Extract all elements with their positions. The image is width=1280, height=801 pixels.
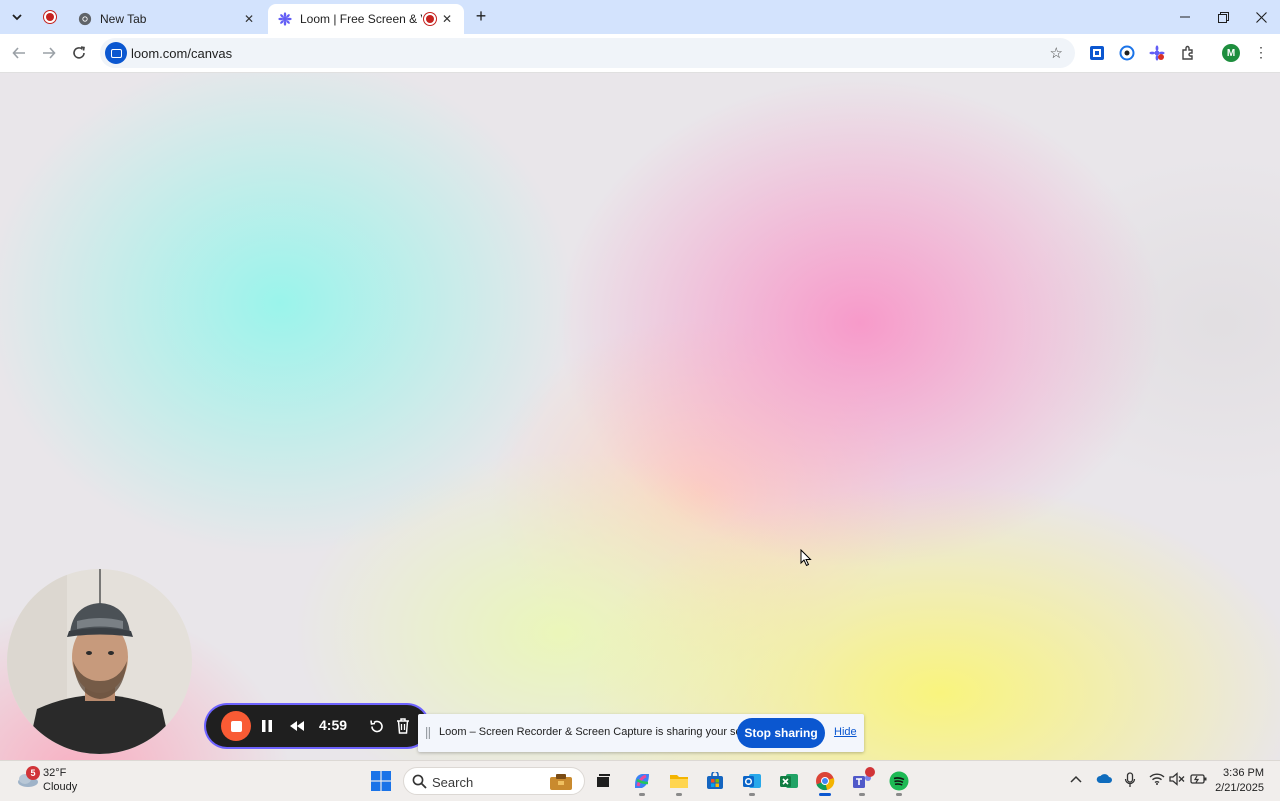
url-text: loom.com/canvas bbox=[131, 46, 233, 61]
extensions-puzzle-icon[interactable] bbox=[1179, 44, 1197, 62]
running-indicator bbox=[676, 793, 682, 796]
extension-dark-icon[interactable] bbox=[1088, 44, 1106, 62]
microphone-icon[interactable] bbox=[1124, 772, 1136, 791]
weather-alert-badge: 5 bbox=[26, 766, 40, 780]
search-highlight-icon bbox=[550, 774, 572, 790]
minimize-icon[interactable] bbox=[1166, 0, 1204, 34]
profile-avatar[interactable]: M bbox=[1222, 44, 1240, 62]
outlook-icon[interactable] bbox=[741, 770, 763, 792]
close-window-icon[interactable] bbox=[1242, 0, 1280, 34]
restart-icon[interactable] bbox=[366, 716, 386, 736]
weather-temperature[interactable]: 32°F bbox=[43, 767, 66, 779]
new-tab-button[interactable]: + bbox=[471, 7, 491, 27]
stop-sharing-button[interactable]: Stop sharing bbox=[737, 718, 825, 748]
volume-muted-icon[interactable] bbox=[1169, 772, 1185, 789]
browser-toolbar: loom.com/canvas ☆ bbox=[0, 34, 1280, 73]
pinned-tab-recording[interactable] bbox=[38, 8, 62, 26]
camera-bubble[interactable] bbox=[7, 569, 192, 754]
running-indicator bbox=[749, 793, 755, 796]
copilot-icon[interactable] bbox=[631, 770, 653, 792]
windows-taskbar: 5 32°F Cloudy Search 3:36 PM 2/21/2025 bbox=[0, 760, 1280, 801]
tab-search-chevron-icon[interactable] bbox=[6, 6, 28, 28]
running-indicator bbox=[859, 793, 865, 796]
close-tab-icon[interactable]: ✕ bbox=[440, 12, 454, 26]
active-indicator bbox=[819, 793, 831, 796]
stop-recording-button[interactable] bbox=[221, 711, 251, 741]
chevron-up-icon[interactable] bbox=[1070, 772, 1082, 787]
back-arrow-icon[interactable] bbox=[8, 42, 30, 64]
chrome-taskbar-icon[interactable] bbox=[814, 770, 836, 792]
tab-title: New Tab bbox=[100, 12, 147, 26]
mouse-cursor-icon bbox=[800, 549, 812, 567]
webcam-presenter-image bbox=[7, 569, 192, 754]
excel-icon[interactable] bbox=[778, 770, 800, 792]
address-bar[interactable]: loom.com/canvas ☆ bbox=[100, 38, 1075, 68]
loom-extension-icon[interactable] bbox=[1148, 44, 1166, 62]
microsoft-store-icon[interactable] bbox=[704, 770, 726, 792]
rewind-icon[interactable] bbox=[286, 716, 308, 736]
teams-icon[interactable] bbox=[851, 767, 875, 792]
running-indicator bbox=[896, 793, 902, 796]
tab-title: Loom | Free Screen & Video Recording bbox=[300, 12, 422, 26]
battery-charging-icon[interactable] bbox=[1190, 772, 1208, 789]
search-label: Search bbox=[432, 775, 474, 790]
file-explorer-icon[interactable] bbox=[668, 770, 690, 792]
clock-time: 3:36 PM bbox=[1223, 767, 1264, 779]
recording-controls: 4:59 bbox=[206, 705, 428, 747]
windows-start-icon[interactable] bbox=[370, 770, 392, 792]
extension-lens-icon[interactable] bbox=[1118, 44, 1136, 62]
task-view-icon[interactable] bbox=[592, 770, 614, 792]
search-icon bbox=[412, 774, 427, 789]
loom-canvas-background bbox=[0, 73, 1280, 761]
weather-condition[interactable]: Cloudy bbox=[43, 781, 77, 793]
notification-badge-icon bbox=[865, 767, 875, 777]
clock-date: 2/21/2025 bbox=[1215, 782, 1264, 794]
restore-icon[interactable] bbox=[1204, 0, 1242, 34]
taskbar-search[interactable]: Search bbox=[403, 767, 585, 795]
more-menu-icon[interactable]: ⋮ bbox=[1254, 44, 1268, 62]
chrome-icon bbox=[78, 12, 92, 26]
system-clock[interactable]: 3:36 PM 2/21/2025 bbox=[1215, 766, 1264, 796]
tab-strip: New Tab ✕ Loom | Free Screen & Video Rec… bbox=[0, 0, 1280, 34]
bookmark-star-icon[interactable]: ☆ bbox=[1050, 44, 1063, 62]
recording-timer: 4:59 bbox=[319, 717, 348, 733]
forward-arrow-icon[interactable] bbox=[38, 42, 60, 64]
close-tab-icon[interactable]: ✕ bbox=[242, 12, 256, 26]
screen-sharing-bar: Loom – Screen Recorder & Screen Capture … bbox=[418, 714, 864, 752]
sharing-message: Loom – Screen Recorder & Screen Capture … bbox=[439, 726, 767, 738]
recording-indicator-icon bbox=[46, 13, 54, 21]
drag-handle-icon[interactable] bbox=[426, 727, 430, 739]
pause-icon[interactable] bbox=[258, 716, 276, 736]
reload-icon[interactable] bbox=[68, 42, 90, 64]
wifi-icon[interactable] bbox=[1149, 772, 1165, 788]
delete-trash-icon[interactable] bbox=[393, 716, 413, 736]
loom-site-icon[interactable] bbox=[105, 42, 127, 64]
loom-icon bbox=[278, 12, 292, 26]
onedrive-cloud-icon[interactable] bbox=[1096, 772, 1112, 787]
tab-new-tab[interactable]: New Tab ✕ bbox=[68, 4, 266, 34]
tab-loom[interactable]: Loom | Free Screen & Video Recording ✕ bbox=[268, 4, 464, 34]
spotify-icon[interactable] bbox=[888, 770, 910, 792]
tab-recording-icon bbox=[426, 15, 434, 23]
running-indicator bbox=[639, 793, 645, 796]
hide-link[interactable]: Hide bbox=[834, 726, 857, 738]
